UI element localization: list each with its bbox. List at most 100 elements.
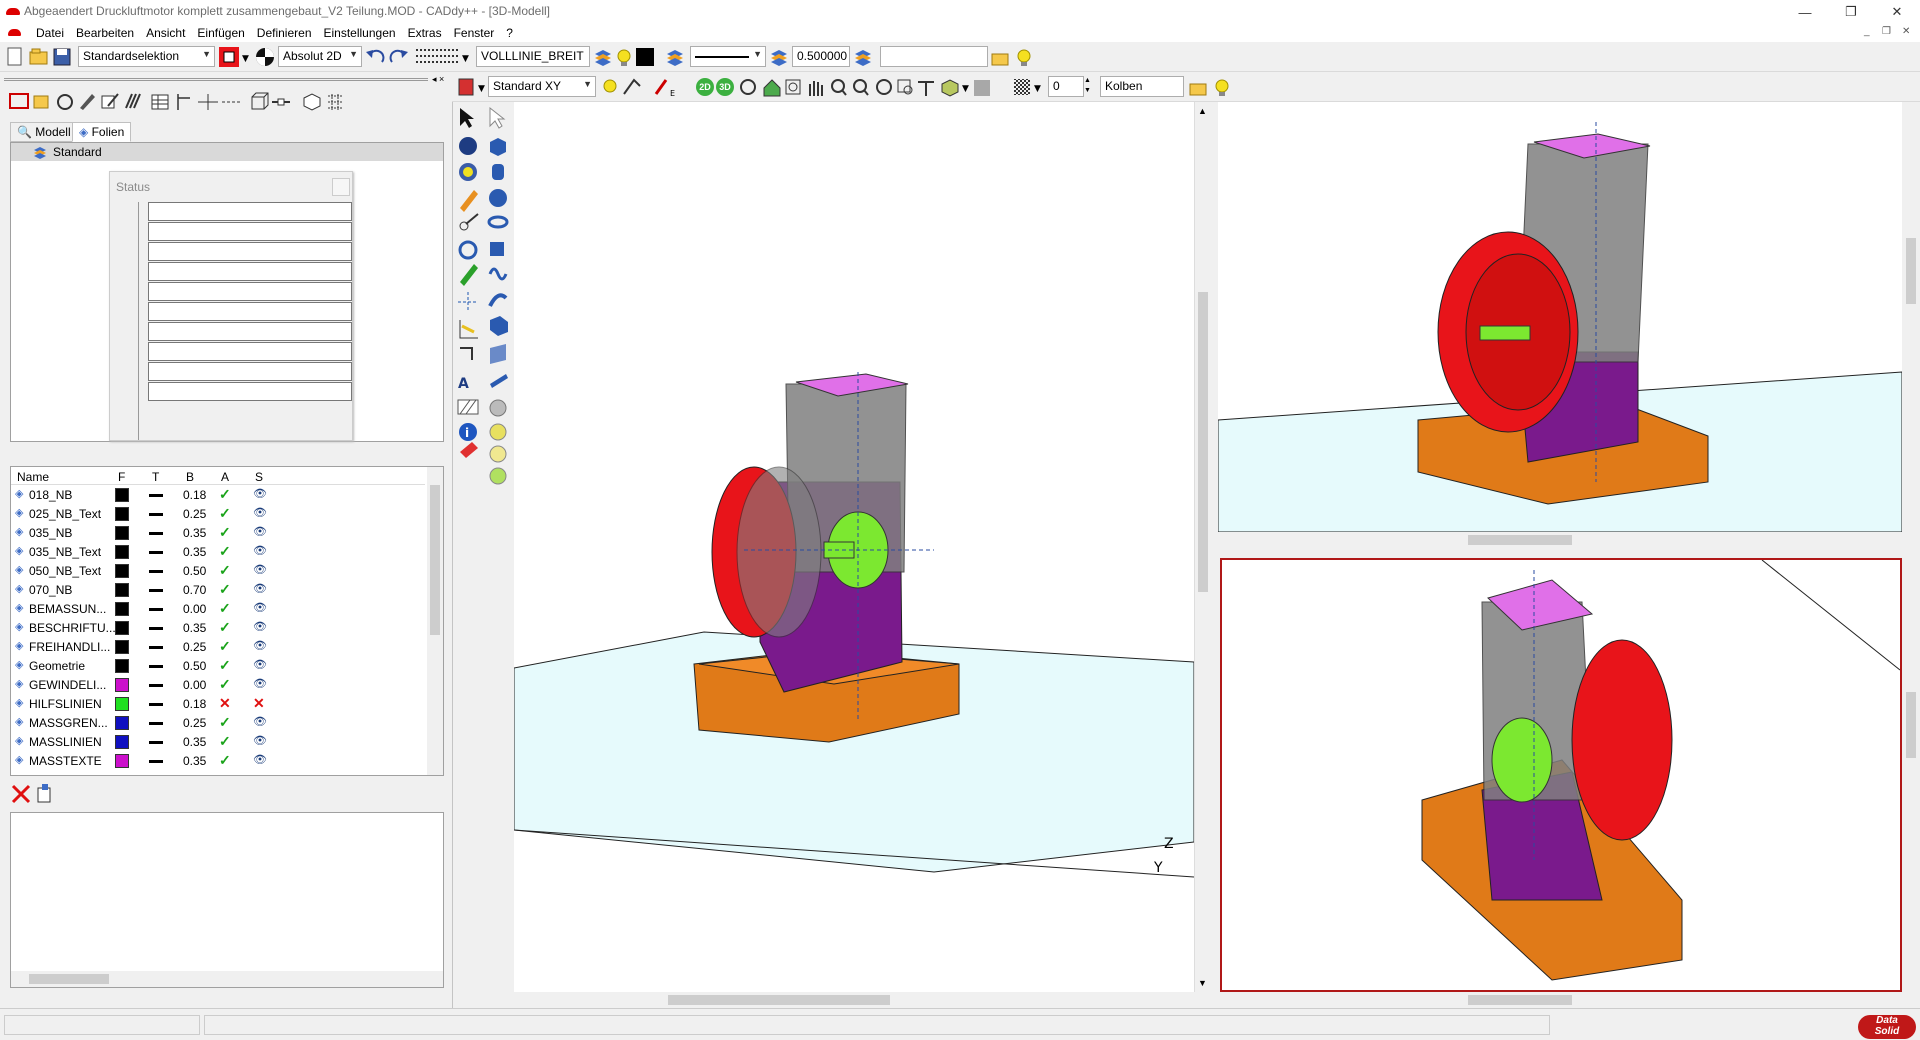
scroll-up-icon[interactable]: ▲ [1198,106,1207,116]
lightbulb-part-icon[interactable] [1215,79,1229,96]
table-row[interactable]: ◈ FREIHANDLI... 0.25 ✓ 👁 [11,637,421,656]
layer-linetype[interactable] [149,532,163,535]
br-hscroll-thumb[interactable] [1468,995,1572,1005]
layer-color-swatch[interactable] [115,640,129,654]
layer-width[interactable]: 0.25 [183,640,206,654]
zoom-out-icon[interactable] [853,79,869,96]
layer-linetype[interactable] [149,760,163,763]
eraser-icon[interactable] [460,442,478,458]
sphere-light-icon[interactable] [489,445,507,463]
chamfer-icon[interactable] [490,344,506,364]
main-vscroll-thumb[interactable] [1198,292,1208,592]
save-icon[interactable] [53,48,71,66]
boolean-icon[interactable] [490,242,504,256]
active-check-icon[interactable]: ✓ [219,524,231,541]
cycle-icon[interactable] [458,240,478,260]
table-row[interactable]: ◈ Geometrie 0.50 ✓ 👁 [11,656,421,675]
line-style-select[interactable]: ▼ [690,46,766,67]
br-vscroll-thumb[interactable] [1906,692,1916,758]
tr-hscroll[interactable] [1218,532,1902,548]
torus-icon[interactable] [487,215,509,229]
layer-width[interactable]: 0.35 [183,526,206,540]
cylinder-icon[interactable] [492,164,504,180]
tab-folien[interactable]: ◈ Folien [72,122,132,142]
gray-square-icon[interactable] [974,80,990,96]
dimension-axis-icon[interactable] [459,320,478,339]
viewport-splitter-h[interactable] [1218,548,1920,558]
layer-width[interactable]: 0.25 [183,507,206,521]
col-name[interactable]: Name [17,470,49,484]
layer-width[interactable]: 0.35 [183,621,206,635]
active-check-icon[interactable]: ✓ [219,581,231,598]
visible-eye-icon[interactable]: 👁 [253,582,267,595]
rotate-icon[interactable] [740,79,756,95]
hatch-fill-icon[interactable] [457,399,479,415]
viewport-splitter[interactable] [1210,102,1218,1008]
table-row[interactable]: ◈ GEWINDELI... 0.00 ✓ 👁 [11,675,421,694]
cube-icon[interactable] [303,93,321,111]
active-check-icon[interactable]: ✓ [219,638,231,655]
layer-width[interactable]: 0.00 [183,678,206,692]
col-a[interactable]: A [221,470,229,484]
layer-stack-icon-4[interactable] [852,46,876,68]
layer-stack-icon-2[interactable] [664,46,688,68]
table-row[interactable]: ◈ BESCHRIFTU... 0.35 ✓ 👁 [11,618,421,637]
status-close-button[interactable] [332,178,350,196]
table-row[interactable]: ◈ 050_NB_Text 0.50 ✓ 👁 [11,561,421,580]
grip-bar[interactable] [4,78,428,81]
line-width-input[interactable]: 0.500000 [792,46,850,67]
visible-eye-icon[interactable]: 👁 [253,506,267,519]
layer-properties-icon[interactable] [37,784,51,803]
sphere-icon[interactable] [459,137,477,155]
layer-color-swatch[interactable] [115,526,129,540]
part-name-input[interactable]: Kolben [1100,76,1184,97]
folder-part-icon[interactable] [1189,83,1207,96]
mdi-logo-icon[interactable] [8,29,21,36]
grid-dots-icon[interactable] [328,94,342,110]
zoom-in-icon[interactable] [831,79,847,96]
cube-solid-icon[interactable] [490,138,506,156]
active-check-icon[interactable]: ✓ [219,752,231,769]
active-check-icon[interactable]: ✓ [219,619,231,636]
table-row[interactable]: ◈ 035_NB_Text 0.35 ✓ 👁 [11,542,421,561]
layer-color-swatch[interactable] [115,488,129,502]
info-icon[interactable]: i [459,423,477,441]
zoom-previous-icon[interactable] [897,79,913,95]
panel-pin-icon[interactable]: ◂ × [432,74,444,85]
visible-eye-icon[interactable]: 👁 [253,753,267,766]
menu-item-definieren[interactable]: Definieren [251,26,318,40]
table-row[interactable]: ◈ MASSLINIEN 0.35 ✓ 👁 [11,732,421,751]
visible-eye-icon[interactable]: 👁 [253,677,267,690]
viewport-main[interactable]: Z Y [514,102,1194,992]
menu-item-extras[interactable]: Extras [402,26,448,40]
folder-red-icon[interactable] [9,93,29,109]
active-check-icon[interactable]: ✓ [219,657,231,674]
active-check-icon[interactable]: ✓ [219,543,231,560]
col-t[interactable]: T [152,470,159,484]
pencil-e-icon[interactable]: E [654,79,675,98]
layer-linetype[interactable] [149,627,163,630]
layer-width[interactable]: 0.35 [183,545,206,559]
pen-icon[interactable] [80,94,95,110]
lightbulb-view-icon[interactable] [603,79,617,93]
table-row[interactable]: ◈ BEMASSUN... 0.00 ✓ 👁 [11,599,421,618]
ruler-icon[interactable] [918,81,934,96]
folder-tree-icon[interactable] [33,95,49,109]
sphere-green-icon[interactable] [489,467,507,485]
active-check-icon[interactable]: ✓ [219,562,231,579]
coord-mode-select[interactable]: Absolut 2D ▼ [278,46,362,67]
viewport-bottom-right[interactable] [1220,558,1902,992]
view-3d-button[interactable]: 3D [716,78,734,96]
info-hscroll[interactable] [11,971,443,987]
hidden-eye-icon[interactable]: ✕ [253,695,265,712]
layer-spinner[interactable]: ▲ ▼ [1084,76,1094,97]
rail-icon[interactable] [490,374,508,388]
layer-width[interactable]: 0.50 [183,564,206,578]
selection-mode-select[interactable]: Standardselektion ▼ [78,46,215,67]
circle-search-icon[interactable] [57,94,73,110]
line-type-input[interactable]: VOLLLINIE_BREIT [476,46,590,67]
select-arrow-icon[interactable] [460,108,474,128]
text-tool-icon[interactable]: A [458,376,469,392]
orbit-icon[interactable] [459,163,477,181]
active-check-icon[interactable]: ✓ [219,600,231,617]
